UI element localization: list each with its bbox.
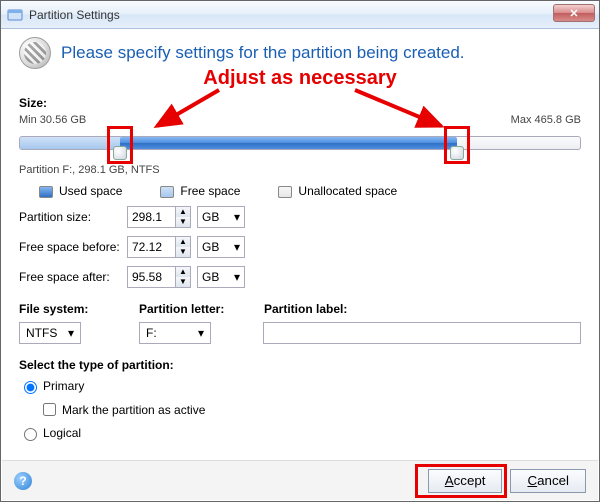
radio-logical[interactable] (24, 428, 37, 441)
page-title: Please specify settings for the partitio… (61, 43, 465, 63)
legend-free: Free space (160, 184, 240, 198)
legend-unallocated: Unallocated space (278, 184, 397, 198)
radio-logical-label: Logical (43, 426, 81, 440)
legend-used: Used space (39, 184, 122, 198)
close-button[interactable]: ✕ (553, 4, 595, 22)
wizard-icon (19, 37, 51, 69)
radio-primary-row[interactable]: Primary (19, 378, 581, 394)
size-max: Max 465.8 GB (511, 114, 581, 126)
radio-primary[interactable] (24, 381, 37, 394)
slider-before-region (20, 137, 121, 149)
radio-logical-row[interactable]: Logical (19, 425, 581, 441)
free-before-input[interactable] (127, 236, 175, 258)
legend: Used space Free space Unallocated space (39, 184, 581, 198)
close-icon: ✕ (569, 7, 578, 20)
spin-down-icon[interactable]: ▼ (176, 247, 190, 257)
field-partition-size: Partition size: ▲ ▼ GB ▾ (19, 206, 581, 228)
bottom-bar: ? Accept Cancel (2, 460, 598, 500)
partition-size-spinner[interactable]: ▲ ▼ (127, 206, 191, 228)
annotation-arrow-left (149, 86, 229, 136)
size-label: Size: (19, 96, 581, 110)
window-title: Partition Settings (29, 8, 120, 22)
app-icon (7, 7, 23, 23)
size-slider[interactable] (19, 128, 581, 162)
partition-size-input[interactable] (127, 206, 175, 228)
label-partition-label: Partition label: (264, 302, 347, 316)
label-free-after: Free space after: (19, 270, 127, 284)
used-swatch-icon (39, 186, 53, 198)
lower-labels: File system: Partition letter: Partition… (19, 302, 581, 316)
label-partition-letter: Partition letter: (139, 302, 264, 316)
annotation-adjust-text: Adjust as necessary (19, 67, 581, 90)
file-system-select[interactable]: NTFS ▾ (19, 322, 81, 344)
free-before-unit-select[interactable]: GB ▾ (197, 236, 245, 258)
label-file-system: File system: (19, 302, 139, 316)
annotation-box-left (107, 126, 133, 164)
field-free-before: Free space before: ▲ ▼ GB ▾ (19, 236, 581, 258)
check-mark-active-row[interactable]: Mark the partition as active (39, 400, 581, 419)
free-after-input[interactable] (127, 266, 175, 288)
lower-controls: NTFS ▾ F: ▾ (19, 322, 581, 344)
radio-primary-label: Primary (43, 379, 84, 393)
spin-up-icon[interactable]: ▲ (176, 267, 190, 277)
check-mark-active-label: Mark the partition as active (62, 403, 205, 417)
free-swatch-icon (160, 186, 174, 198)
chevron-down-icon: ▾ (234, 270, 240, 284)
chevron-down-icon: ▾ (68, 326, 74, 340)
spin-up-icon[interactable]: ▲ (176, 237, 190, 247)
chevron-down-icon: ▾ (234, 210, 240, 224)
check-mark-active[interactable] (43, 403, 56, 416)
help-button[interactable]: ? (14, 472, 32, 490)
header-row: Please specify settings for the partitio… (19, 37, 581, 69)
partition-caption: Partition F:, 298.1 GB, NTFS (19, 164, 581, 176)
slider-used-region (120, 137, 457, 149)
annotation-box-accept (415, 464, 508, 498)
partition-size-unit-select[interactable]: GB ▾ (197, 206, 245, 228)
spin-down-icon[interactable]: ▼ (176, 277, 190, 287)
section-partition-type: Select the type of partition: (19, 358, 581, 372)
content: Please specify settings for the partitio… (1, 29, 599, 441)
free-after-spinner[interactable]: ▲ ▼ (127, 266, 191, 288)
free-after-unit-select[interactable]: GB ▾ (197, 266, 245, 288)
spin-down-icon[interactable]: ▼ (176, 217, 190, 227)
chevron-down-icon: ▾ (198, 326, 204, 340)
spin-up-icon[interactable]: ▲ (176, 207, 190, 217)
label-partition-size: Partition size: (19, 210, 127, 224)
unalloc-swatch-icon (278, 186, 292, 198)
annotation-arrow-right (349, 86, 449, 136)
titlebar: Partition Settings ✕ (1, 1, 599, 29)
free-before-spinner[interactable]: ▲ ▼ (127, 236, 191, 258)
label-free-before: Free space before: (19, 240, 127, 254)
size-min: Min 30.56 GB (19, 114, 86, 126)
partition-letter-select[interactable]: F: ▾ (139, 322, 211, 344)
partition-label-input[interactable] (263, 322, 581, 344)
field-free-after: Free space after: ▲ ▼ GB ▾ (19, 266, 581, 288)
chevron-down-icon: ▾ (234, 240, 240, 254)
cancel-button[interactable]: Cancel (510, 469, 586, 493)
size-minmax: Min 30.56 GB Max 465.8 GB (19, 114, 581, 126)
